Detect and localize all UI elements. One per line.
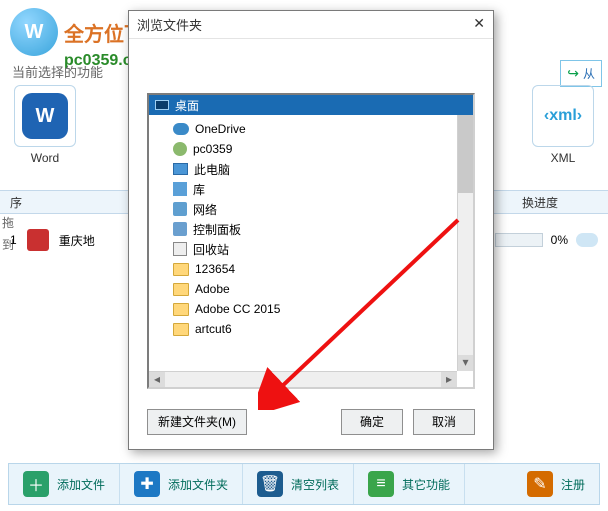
scroll-thumb[interactable] [458,115,473,193]
tree-item-folder[interactable]: Adobe [149,279,473,299]
add-file-icon: ＋ [23,471,49,497]
site-logo-icon: W [10,8,58,56]
import-from-label: 从 [583,65,595,82]
tree-root[interactable]: 桌面 [149,95,473,115]
add-folder-icon: ✚ [134,471,160,497]
current-function-hint: 当前选择的功能 [12,62,103,81]
col-progress: 换进度 [522,194,558,211]
close-icon[interactable]: ✕ [473,15,485,32]
format-word[interactable]: W Word [10,85,80,165]
format-xml-label: XML [528,151,598,165]
dialog-title: 浏览文件夹 [129,11,493,39]
list-icon: ≡ [368,471,394,497]
onedrive-icon [173,123,189,135]
clear-list-label: 清空列表 [291,476,339,493]
tree-label: Adobe [195,282,230,296]
cancel-button[interactable]: 取消 [413,409,475,435]
tree-label: pc0359 [193,142,232,156]
xml-icon: ‹xml› [544,107,582,125]
folder-icon [173,323,189,336]
top-actions: ↪ 从 [560,60,602,87]
tree-label: OneDrive [195,122,246,136]
tree-item-library[interactable]: 库 [149,179,473,199]
tree-label: 回收站 [193,241,229,258]
pdf-icon [27,229,49,251]
row-filename: 重庆地 [59,232,95,249]
folder-icon [173,283,189,296]
tree-label: 库 [193,181,205,198]
tree-label: Adobe CC 2015 [195,302,280,316]
format-word-label: Word [10,151,80,165]
add-folder-button[interactable]: ✚ 添加文件夹 [120,464,243,504]
add-file-label: 添加文件 [57,476,105,493]
tree-list: OneDrive pc0359 此电脑 库 网络 控制面板 回收站 123654… [149,115,473,343]
format-xml[interactable]: ‹xml› XML [528,85,598,165]
other-functions-label: 其它功能 [402,476,450,493]
register-button[interactable]: ✎ 注册 [513,464,599,504]
dialog-buttons: 新建文件夹(M) 确定 取消 [147,409,475,435]
folder-icon [173,303,189,316]
col-index: 序 [10,194,40,211]
recycle-icon [173,242,187,256]
arrow-right-icon: ↪ [567,65,579,82]
user-icon [173,142,187,156]
add-file-button[interactable]: ＋ 添加文件 [9,464,120,504]
scroll-down-icon[interactable]: ▾ [458,355,473,371]
folder-icon [173,263,189,276]
tree-item-folder[interactable]: artcut6 [149,319,473,339]
new-folder-button[interactable]: 新建文件夹(M) [147,409,247,435]
scroll-right-icon[interactable]: ▸ [441,372,457,387]
tree-label: 网络 [193,201,217,218]
browse-folder-dialog: 浏览文件夹 ✕ 桌面 OneDrive pc0359 此电脑 库 网络 控制面板… [128,10,494,450]
tree-root-label: 桌面 [175,97,199,114]
tree-item-user[interactable]: pc0359 [149,139,473,159]
tree-item-network[interactable]: 网络 [149,199,473,219]
other-functions-button[interactable]: ≡ 其它功能 [354,464,465,504]
folder-tree: 桌面 OneDrive pc0359 此电脑 库 网络 控制面板 回收站 123… [147,93,475,389]
tree-label: 123654 [195,262,235,276]
pc-icon [173,163,188,175]
desktop-icon [155,100,169,110]
tree-item-thispc[interactable]: 此电脑 [149,159,473,179]
tree-item-folder[interactable]: Adobe CC 2015 [149,299,473,319]
cloud-icon [576,233,598,247]
trash-icon: 🗑 [257,471,283,497]
library-icon [173,182,187,196]
register-label: 注册 [561,476,585,493]
tree-item-controlpanel[interactable]: 控制面板 [149,219,473,239]
progress-bar [495,233,543,247]
clear-list-button[interactable]: 🗑 清空列表 [243,464,354,504]
progress-value: 0% [551,233,568,247]
ok-button[interactable]: 确定 [341,409,403,435]
tree-item-onedrive[interactable]: OneDrive [149,119,473,139]
tree-label: artcut6 [195,322,232,336]
tree-item-folder[interactable]: 123654 [149,259,473,279]
scrollbar-horizontal[interactable]: ◂ ▸ [149,371,457,387]
scrollbar-vertical[interactable]: ▾ [457,115,473,371]
word-icon: W [22,93,68,139]
tree-item-recycle[interactable]: 回收站 [149,239,473,259]
key-icon: ✎ [527,471,553,497]
bottom-toolbar: ＋ 添加文件 ✚ 添加文件夹 🗑 清空列表 ≡ 其它功能 ✎ 注册 [8,463,600,505]
row-index: 1 [10,233,17,247]
controlpanel-icon [173,222,187,236]
scroll-left-icon[interactable]: ◂ [149,372,165,387]
import-from-button[interactable]: ↪ 从 [560,60,602,87]
network-icon [173,202,187,216]
tree-label: 控制面板 [193,221,241,238]
add-folder-label: 添加文件夹 [168,476,228,493]
tree-label: 此电脑 [194,161,230,178]
